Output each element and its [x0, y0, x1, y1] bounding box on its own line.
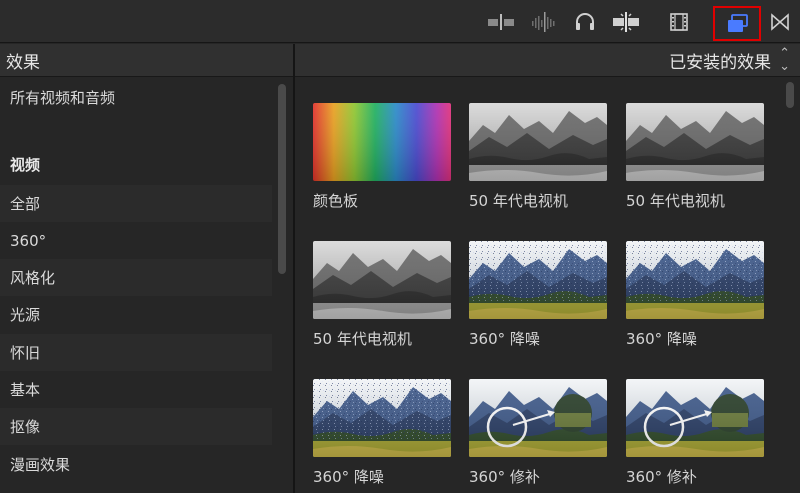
effect-label: 360° 修补	[626, 468, 697, 486]
sidebar-item-all[interactable]: 全部	[0, 185, 272, 222]
effect-thumbnail[interactable]	[626, 379, 764, 457]
effect-tile[interactable]: 360° 降噪	[313, 379, 453, 487]
effect-tile[interactable]: 360° 修补	[626, 379, 766, 487]
snapping-button[interactable]	[610, 7, 642, 37]
effects-category-list: 所有视频和音频 视频 全部 360° 风格化 光源 怀旧 基本 抠像 漫画效果	[0, 78, 293, 493]
effect-label: 颜色板	[313, 192, 359, 210]
effects-browser-icon	[728, 13, 748, 32]
film-strip-icon	[670, 13, 688, 31]
effect-label: 50 年代电视机	[626, 192, 725, 210]
effect-label: 360° 降噪	[469, 330, 540, 348]
sidebar-item-label: 全部	[10, 195, 41, 213]
effect-tile[interactable]: 50 年代电视机	[626, 103, 766, 211]
clip-appearance-button[interactable]	[663, 7, 695, 37]
effect-thumbnail[interactable]	[469, 241, 607, 319]
sidebar-item-keying[interactable]: 抠像	[0, 408, 272, 445]
effect-tile[interactable]: 360° 修补	[469, 379, 609, 487]
sidebar-heading-video[interactable]: 视频	[0, 146, 272, 183]
audio-meter-button[interactable]	[528, 7, 560, 37]
audio-meter-icon	[532, 12, 555, 32]
sidebar-item-all-video-audio[interactable]: 所有视频和音频	[0, 78, 272, 148]
effect-label: 50 年代电视机	[313, 330, 412, 348]
transitions-browser-button[interactable]	[764, 7, 796, 37]
sidebar-item-label: 抠像	[10, 418, 41, 436]
snapping-icon	[613, 12, 639, 32]
panel-title: 效果	[6, 52, 40, 73]
effect-label: 360° 降噪	[626, 330, 697, 348]
sidebar-item-360[interactable]: 360°	[0, 222, 272, 259]
effect-thumbnail[interactable]	[469, 379, 607, 457]
sidebar-item-label: 所有视频和音频	[10, 89, 116, 107]
effect-label: 360° 降噪	[313, 468, 384, 486]
audio-solo-button[interactable]	[569, 7, 601, 37]
installed-effects-popup[interactable]: 已安装的效果	[669, 48, 771, 73]
sidebar-item-label: 漫画效果	[10, 456, 71, 474]
sidebar-item-stylize[interactable]: 风格化	[0, 259, 272, 296]
sidebar-item-label: 视频	[10, 156, 41, 174]
effect-thumbnail[interactable]	[313, 379, 451, 457]
sidebar-item-nostalgia[interactable]: 怀旧	[0, 334, 272, 371]
effect-thumbnail[interactable]	[469, 103, 607, 181]
sidebar-item-basics[interactable]: 基本	[0, 371, 272, 408]
sidebar-item-light[interactable]: 光源	[0, 296, 272, 333]
audio-skimming-icon	[488, 14, 514, 30]
sidebar-item-label: 怀旧	[10, 344, 41, 362]
sidebar-item-comic[interactable]: 漫画效果	[0, 446, 272, 483]
up-down-chevron-icon[interactable]: ⌃ ⌄	[779, 47, 790, 73]
effect-label: 360° 修补	[469, 468, 540, 486]
effect-tile[interactable]: 360° 降噪	[626, 241, 766, 349]
effect-tile[interactable]: 50 年代电视机	[469, 103, 609, 211]
sidebar-item-label: 360°	[10, 231, 47, 250]
browser-scrollbar[interactable]	[786, 82, 794, 108]
effect-thumbnail[interactable]	[626, 103, 764, 181]
sidebar-item-label: 基本	[10, 381, 41, 399]
sidebar-item-label: 光源	[10, 306, 41, 324]
effects-panel-header: 效果	[0, 44, 293, 77]
sidebar-item-label: 风格化	[10, 269, 56, 287]
toolbar	[0, 0, 800, 43]
audio-skimming-button[interactable]	[485, 7, 517, 37]
transitions-browser-icon	[771, 13, 789, 31]
effect-tile[interactable]: 360° 降噪	[469, 241, 609, 349]
effect-tile[interactable]: 颜色板	[313, 103, 453, 211]
effect-tile[interactable]: 50 年代电视机	[313, 241, 453, 349]
effects-browser-button[interactable]	[713, 6, 761, 41]
effect-thumbnail[interactable]	[313, 241, 451, 319]
sidebar-scrollbar[interactable]	[278, 84, 286, 274]
browser-header: 已安装的效果 ⌃ ⌄	[295, 44, 800, 77]
effect-thumbnail[interactable]	[313, 103, 451, 181]
effect-label: 50 年代电视机	[469, 192, 568, 210]
headphones-icon	[576, 13, 594, 30]
effect-thumbnail[interactable]	[626, 241, 764, 319]
